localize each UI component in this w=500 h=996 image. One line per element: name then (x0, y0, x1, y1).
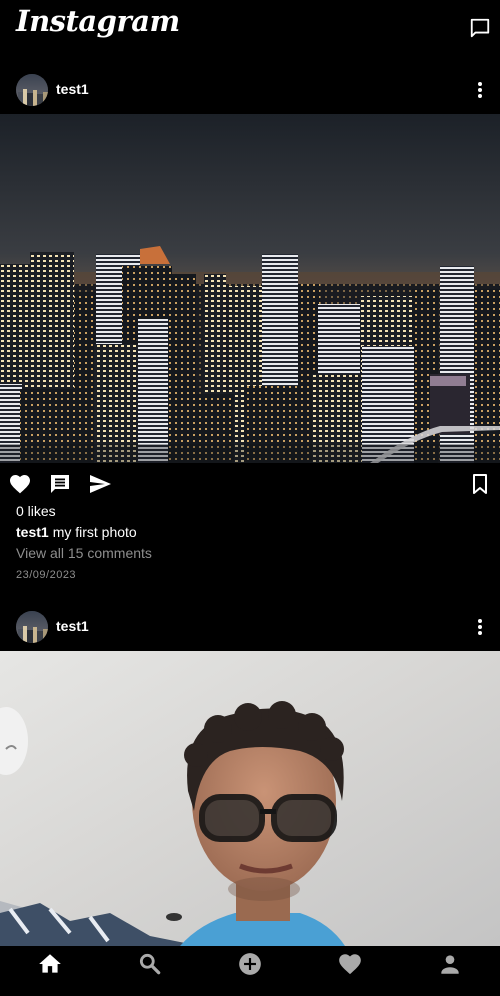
more-vertical-icon[interactable] (472, 615, 488, 639)
caption-text: my first photo (52, 524, 137, 540)
post-date: 23/09/2023 (16, 569, 77, 581)
likes-count[interactable]: 0 likes (16, 503, 56, 519)
view-comments-link[interactable]: View all 15 comments (16, 545, 152, 561)
send-icon[interactable] (88, 472, 112, 496)
home-icon[interactable] (37, 951, 63, 977)
more-vertical-icon[interactable] (472, 78, 488, 102)
avatar[interactable] (16, 611, 48, 643)
message-square-icon[interactable] (469, 17, 491, 39)
bottom-nav (0, 946, 500, 996)
app-logo[interactable]: Instagram (16, 4, 180, 38)
activity-heart-icon[interactable] (337, 951, 363, 977)
post-username[interactable]: test1 (56, 618, 89, 634)
profile-icon[interactable] (437, 951, 463, 977)
post-header: test1 (0, 65, 500, 115)
comment-icon[interactable] (48, 472, 72, 496)
post-image[interactable] (0, 114, 500, 463)
add-post-icon[interactable] (237, 951, 263, 977)
post-header: test1 (0, 602, 500, 652)
avatar[interactable] (16, 74, 48, 106)
post-actions (0, 470, 500, 498)
post-caption: test1 my first photo (16, 524, 137, 540)
post-username[interactable]: test1 (56, 81, 89, 97)
search-icon[interactable] (137, 951, 163, 977)
bookmark-icon[interactable] (468, 472, 492, 496)
top-bar: Instagram (0, 0, 500, 56)
post-image[interactable] (0, 651, 500, 946)
caption-username[interactable]: test1 (16, 524, 49, 540)
heart-icon[interactable] (8, 472, 32, 496)
